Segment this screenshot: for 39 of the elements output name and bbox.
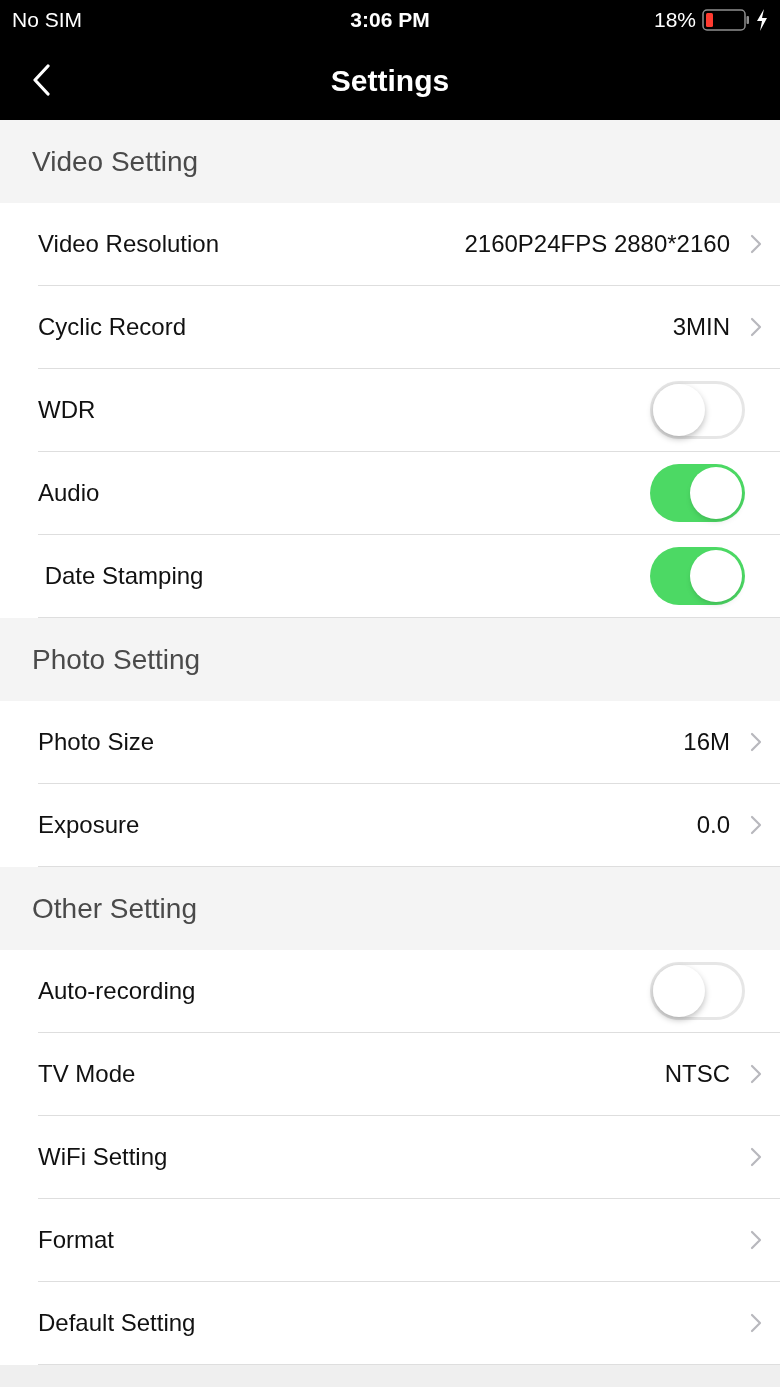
chevron-right-icon xyxy=(750,1313,762,1333)
chevron-right-icon xyxy=(750,815,762,835)
setting-value: 0.0 xyxy=(696,810,730,840)
setting-value: 16M xyxy=(683,727,730,757)
chevron-right-icon xyxy=(750,732,762,752)
chevron-right-icon xyxy=(750,1147,762,1167)
toggle-switch[interactable] xyxy=(650,962,745,1020)
setting-value: 2160P24FPS 2880*2160 xyxy=(464,229,730,259)
battery-icon xyxy=(702,9,750,31)
section-header: Photo Setting xyxy=(32,642,201,677)
toggle-switch[interactable] xyxy=(650,464,745,522)
setting-value: 3MIN xyxy=(672,312,730,342)
toggle-switch[interactable] xyxy=(650,381,745,439)
section-header: Video Setting xyxy=(32,144,199,179)
carrier-text: No SIM xyxy=(12,7,82,34)
setting-value: NTSC xyxy=(664,1059,730,1089)
setting-label: Auto-recording xyxy=(38,976,196,1006)
back-chevron-icon xyxy=(32,64,50,96)
setting-label: WiFi Setting xyxy=(38,1142,168,1172)
chevron-right-icon xyxy=(750,234,762,254)
setting-label: Video Resolution xyxy=(38,229,220,259)
battery-percentage: 18% xyxy=(653,7,696,34)
setting-label: Default Setting xyxy=(38,1308,196,1338)
page-title: Settings xyxy=(330,62,450,99)
setting-label: Photo Size xyxy=(38,727,155,757)
chevron-right-icon xyxy=(750,1064,762,1084)
chevron-right-icon xyxy=(750,317,762,337)
setting-label: Cyclic Record xyxy=(38,312,187,342)
clock-time: 3:06 PM xyxy=(350,7,430,34)
setting-label: Audio xyxy=(38,478,100,508)
toggle-switch[interactable] xyxy=(650,547,745,605)
chevron-right-icon xyxy=(750,1230,762,1250)
setting-label: TV Mode xyxy=(38,1059,136,1089)
setting-label: Exposure xyxy=(38,810,140,840)
section-header: Other Setting xyxy=(32,891,197,926)
setting-label: Date Stamping xyxy=(43,561,204,591)
setting-label: Format xyxy=(38,1225,114,1255)
setting-label: WDR xyxy=(38,395,96,425)
charging-bolt-icon xyxy=(756,9,768,31)
